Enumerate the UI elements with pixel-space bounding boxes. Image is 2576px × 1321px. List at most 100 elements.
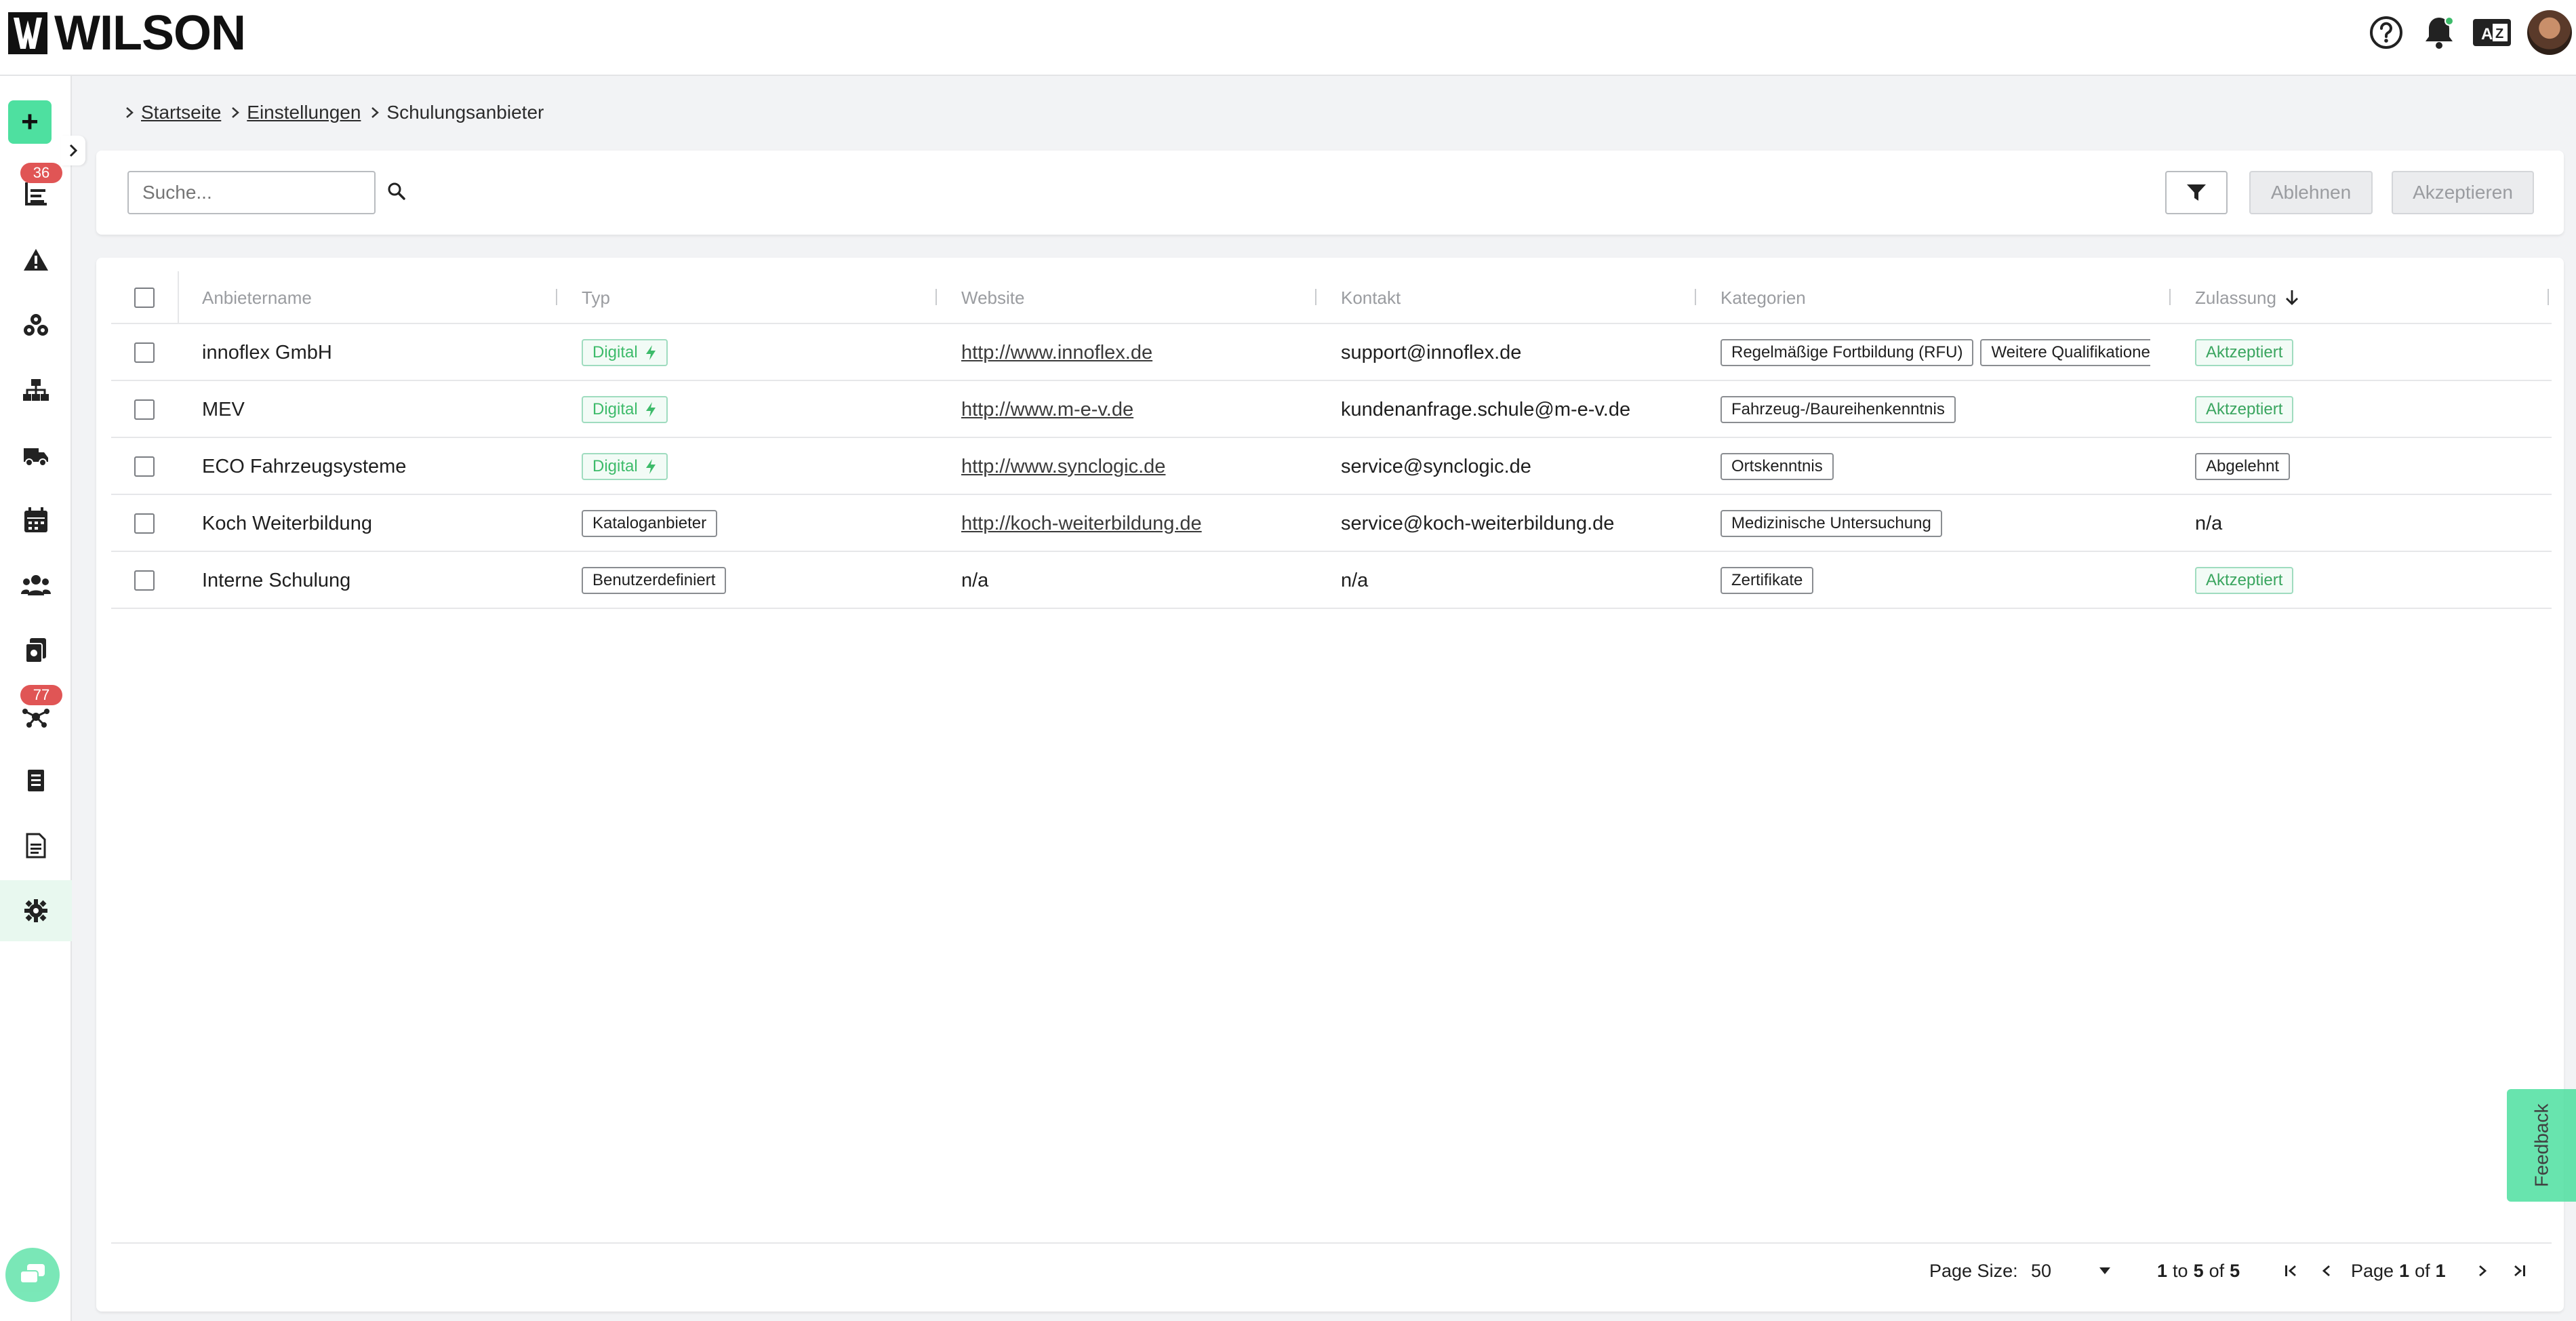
breadcrumb-home[interactable]: Startseite <box>141 102 221 123</box>
sidebar-item-connections[interactable]: 77 <box>0 685 72 746</box>
network-icon <box>23 379 49 401</box>
contact-email: n/a <box>1341 569 1369 591</box>
sidebar-item-documents[interactable] <box>0 620 72 681</box>
search-input[interactable] <box>142 182 387 203</box>
bolt-icon <box>638 344 657 361</box>
category-tag: Medizinische Untersuchung <box>1720 510 1942 537</box>
sidebar-item-vehicles[interactable] <box>0 425 72 486</box>
table-row[interactable]: Interne Schulung Benutzerdefiniert n/a n/a Z… <box>111 552 2552 609</box>
type-badge: Digital <box>582 396 668 423</box>
providers-table: Anbietername Typ Website Kontakt Kategor… <box>111 271 2552 609</box>
bolt-icon <box>638 401 657 418</box>
breadcrumb-settings[interactable]: Einstellungen <box>247 102 361 123</box>
sidebar-item-files[interactable] <box>0 815 72 876</box>
page-indicator: Page 1 of 1 <box>2351 1260 2446 1281</box>
website-link[interactable]: http://www.innoflex.de <box>961 342 1152 364</box>
provider-name: ECO Fahrzeugsysteme <box>202 455 407 477</box>
chat-button[interactable] <box>5 1248 60 1302</box>
sidebar-item-list[interactable] <box>0 750 72 811</box>
column-header-categories[interactable]: Kategorien <box>1720 271 1806 324</box>
sidebar-item-components[interactable] <box>0 294 72 355</box>
website-link[interactable]: http://www.m-e-v.de <box>961 399 1133 421</box>
column-header-name[interactable]: Anbietername <box>202 271 312 324</box>
column-header-contact[interactable]: Kontakt <box>1341 271 1401 324</box>
sidebar-item-reports[interactable]: 36 <box>0 163 72 224</box>
column-header-type[interactable]: Typ <box>582 271 610 324</box>
previous-page-icon[interactable] <box>2320 1244 2333 1298</box>
gear-icon <box>24 899 47 922</box>
language-icon[interactable]: AZ <box>2472 12 2512 53</box>
chat-icon <box>20 1264 45 1284</box>
people-icon <box>21 575 51 595</box>
table-header: Anbietername Typ Website Kontakt Kategor… <box>111 271 2552 324</box>
table-row[interactable]: ECO Fahrzeugsysteme Digital http://www.syn… <box>111 438 2552 495</box>
chevron-right-icon[interactable] <box>61 136 85 165</box>
search-box <box>127 171 405 214</box>
status-badge: Aktzeptiert <box>2195 339 2294 366</box>
avatar[interactable] <box>2527 10 2572 55</box>
provider-name: MEV <box>202 398 245 420</box>
last-page-icon[interactable] <box>2511 1244 2527 1298</box>
logo[interactable]: WILSON <box>8 9 246 58</box>
file-icon <box>26 833 46 859</box>
bolt-icon <box>638 458 657 475</box>
row-checkbox[interactable] <box>134 456 155 477</box>
website-link[interactable]: http://www.synclogic.de <box>961 456 1165 478</box>
page-size-select[interactable]: 50 <box>2031 1244 2111 1298</box>
row-checkbox[interactable] <box>134 513 155 534</box>
top-bar: WILSON AZ <box>0 0 2576 76</box>
documents-icon <box>25 638 46 663</box>
reject-button[interactable]: Ablehnen <box>2249 171 2373 214</box>
table-row[interactable]: Koch Weiterbildung Kataloganbieter http://… <box>111 495 2552 552</box>
caret-down-icon <box>2099 1267 2111 1275</box>
status-badge: Abgelehnt <box>2195 453 2291 480</box>
contact-email: kundenanfrage.schule@m-e-v.de <box>1341 398 1631 420</box>
filter-button[interactable] <box>2165 171 2228 214</box>
website-link[interactable]: http://koch-weiterbildung.de <box>961 513 1202 535</box>
header-actions: AZ <box>2354 0 2576 65</box>
category-tag: Ortskenntnis <box>1720 453 1834 480</box>
breadcrumb-current: Schulungsanbieter <box>386 102 544 123</box>
chevron-right-icon <box>370 106 380 119</box>
category-tag: Fahrzeug-/Baureihenkenntnis <box>1720 396 1956 423</box>
next-page-icon[interactable] <box>2476 1244 2489 1298</box>
sidebar-item-warnings[interactable] <box>0 229 72 290</box>
search-icon[interactable] <box>387 182 406 204</box>
calendar-icon <box>24 507 47 532</box>
category-tag: Zertifikate <box>1720 567 1814 594</box>
help-icon[interactable] <box>2366 12 2407 53</box>
type-badge: Kataloganbieter <box>582 510 718 537</box>
sidebar-item-people[interactable] <box>0 555 72 616</box>
sidebar-item-network[interactable] <box>0 359 72 420</box>
row-checkbox[interactable] <box>134 570 155 591</box>
select-all-checkbox[interactable] <box>134 288 155 308</box>
website-value: n/a <box>961 569 989 591</box>
type-badge: Digital <box>582 339 668 366</box>
provider-name: innoflex GmbH <box>202 341 332 363</box>
sort-arrow-down-icon <box>2285 289 2299 307</box>
column-header-approval[interactable]: Zulassung <box>2195 271 2299 324</box>
column-header-website[interactable]: Website <box>961 271 1024 324</box>
table-row[interactable]: innoflex GmbH Digital http://www.innoflex.… <box>111 324 2552 381</box>
connections-icon <box>22 709 49 728</box>
sidebar-item-calendar[interactable] <box>0 490 72 551</box>
table-row[interactable]: MEV Digital http://www.m-e-v.de kundenanfra… <box>111 381 2552 438</box>
sidebar: + 36 77 <box>0 76 85 1321</box>
page-range: 1 to 5 of 5 <box>2157 1260 2240 1281</box>
logo-mark <box>8 12 47 54</box>
status-badge: Aktzeptiert <box>2195 567 2294 594</box>
badge-count: 77 <box>20 685 62 705</box>
row-checkbox[interactable] <box>134 342 155 363</box>
feedback-tab[interactable]: Feedback <box>2507 1089 2576 1202</box>
first-page-icon[interactable] <box>2283 1244 2299 1298</box>
row-checkbox[interactable] <box>134 399 155 420</box>
table-body: innoflex GmbH Digital http://www.innoflex.… <box>111 324 2552 609</box>
vehicle-icon <box>24 448 48 467</box>
pagination: Page Size: 50 1 to 5 of 5 Page 1 of 1 <box>111 1242 2552 1297</box>
accept-button[interactable]: Akzeptieren <box>2392 171 2534 214</box>
add-button[interactable]: + <box>8 100 52 144</box>
report-icon <box>25 182 47 205</box>
sidebar-item-settings[interactable] <box>0 880 72 941</box>
contact-email: service@koch-weiterbildung.de <box>1341 512 1615 534</box>
bell-icon[interactable] <box>2419 12 2459 53</box>
